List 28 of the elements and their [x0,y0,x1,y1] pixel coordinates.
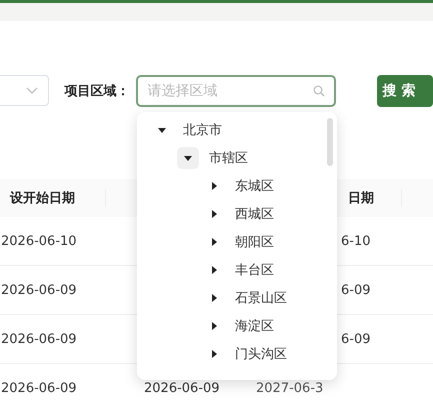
table-cell: 2026-06-10 [1,234,77,248]
region-label: 项目区域： [64,82,130,100]
table-cell: 6-10 [341,234,371,248]
tree-item[interactable]: 市辖区 [209,149,248,167]
region-input-field[interactable]: 请选择区域 [136,74,336,106]
tree-item[interactable]: 石景山区 [235,289,287,307]
expand-toggle[interactable] [177,147,199,169]
column-header: 设开始日期 [10,190,75,207]
table-cell: 6-09 [341,332,371,346]
table-cell: 2026-06-09 [144,380,220,396]
tree-item[interactable]: 海淀区 [235,317,274,335]
search-button[interactable]: 搜 索 [376,74,433,106]
scrollbar[interactable] [327,118,333,166]
tree-item[interactable]: 朝阳区 [235,233,274,251]
tree-item[interactable]: 西城区 [235,205,274,223]
chevron-down-icon [26,86,38,94]
select-field[interactable] [0,75,49,106]
table-cell: 2026-06-09 [1,282,77,298]
tree-item[interactable]: 门头沟区 [235,345,287,363]
search-icon [312,84,325,96]
tree-item[interactable]: 东城区 [235,177,274,195]
table-cell: 2027-06-3 [256,380,324,396]
table-cell: 2026-06-09 [1,332,77,346]
table-cell: 2026-06-09 [1,380,77,396]
column-header: 日期 [348,190,374,207]
tree-item[interactable]: 北京市 [183,121,222,139]
table-cell: 6-09 [341,282,371,298]
tree-item[interactable]: 丰台区 [235,261,274,279]
